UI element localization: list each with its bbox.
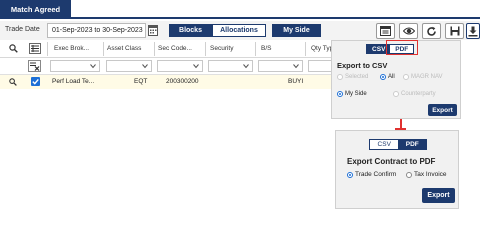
pdf-toggle-option[interactable]: PDF [398, 140, 426, 149]
trade-date-range-input[interactable]: 01-Sep-2023 to 30-Sep-2023 [47, 23, 146, 38]
pdf-toggle-highlight [386, 40, 418, 55]
chevron-down-icon [243, 64, 249, 69]
radio-icon [406, 171, 412, 178]
column-header-security[interactable]: Security [210, 45, 233, 52]
cell-exec-broker: Perf Load Te... [52, 78, 95, 85]
view-button[interactable] [376, 23, 395, 39]
row-checkbox[interactable] [31, 77, 40, 86]
column-header-bs[interactable]: B/S [261, 45, 271, 52]
radio-icon [403, 74, 409, 80]
column-divider [47, 42, 48, 56]
floppy-disk-icon [450, 26, 459, 36]
column-divider [305, 42, 306, 56]
filter-security[interactable] [208, 60, 253, 72]
column-divider [103, 42, 104, 56]
checkmark-icon [32, 78, 39, 85]
grid-header: Exec Brok... Asset Class Sec Code... Sec… [0, 40, 335, 58]
cell-bs: BUYI [288, 78, 304, 85]
table-row[interactable]: Perf Load Te... EQT 200300200 BUYI [0, 75, 335, 89]
zoom-icon[interactable] [9, 78, 17, 86]
radio-icon [393, 91, 399, 97]
preview-button[interactable] [399, 23, 418, 39]
column-header-exec-broker[interactable]: Exec Brok... [54, 45, 89, 52]
option-tax-invoice[interactable]: Tax Invoice [406, 171, 447, 178]
clear-filter-icon [30, 62, 40, 71]
export-csv-title: Export to CSV [337, 61, 388, 70]
save-button[interactable] [445, 23, 464, 39]
column-divider [205, 42, 206, 56]
column-divider [255, 42, 256, 56]
filter-row [0, 58, 335, 75]
option-my-side[interactable]: My Side [337, 91, 367, 97]
column-divider [154, 42, 155, 56]
csv-toggle-option[interactable]: CSV [370, 140, 399, 149]
calendar-icon[interactable] [148, 24, 158, 36]
radio-icon [337, 91, 343, 97]
option-all[interactable]: All [380, 74, 395, 80]
export-csv-button[interactable]: Export [428, 104, 457, 116]
filter-qty-type[interactable] [308, 60, 333, 72]
download-button[interactable] [466, 23, 480, 39]
export-pdf-button[interactable]: Export [422, 188, 455, 203]
radio-icon [337, 74, 343, 80]
column-header-qty-type[interactable]: Qty Typ [311, 45, 333, 52]
radio-icon [380, 74, 386, 80]
my-side-button[interactable]: My Side [272, 24, 321, 37]
filter-sec-code[interactable] [157, 60, 203, 72]
option-counterparty[interactable]: Counterparty [393, 91, 436, 97]
column-header-sec-code[interactable]: Sec Code... [158, 45, 192, 52]
zoom-icon[interactable] [9, 44, 18, 53]
radio-icon [347, 171, 353, 178]
chevron-down-icon [293, 64, 299, 69]
toolbar: Trade Date 01-Sep-2023 to 30-Sep-2023 Bl… [0, 21, 480, 40]
clear-filter-button[interactable] [28, 60, 41, 72]
trade-date-label: Trade Date [5, 26, 40, 33]
filter-bs[interactable] [258, 60, 303, 72]
refresh-icon [427, 26, 436, 36]
allocations-toggle[interactable]: Allocations [212, 24, 266, 37]
option-trade-confirm[interactable]: Trade Confirm [347, 171, 396, 178]
cell-sec-code: 200300200 [166, 78, 199, 85]
window-icon [380, 26, 391, 36]
tab-match-agreed[interactable]: Match Agreed [0, 0, 71, 19]
csv-pdf-toggle: CSV PDF [369, 139, 427, 150]
filter-asset-class[interactable] [106, 60, 152, 72]
chevron-down-icon [142, 64, 148, 69]
chevron-down-icon [90, 64, 96, 69]
option-selected[interactable]: Selected [337, 74, 368, 80]
eye-icon [402, 27, 415, 35]
export-pdf-title: Export Contract to PDF [347, 157, 436, 166]
filter-exec-broker[interactable] [50, 60, 100, 72]
export-pdf-popup: CSV PDF Export Contract to PDF Trade Con… [335, 130, 459, 209]
refresh-button[interactable] [422, 23, 441, 39]
tab-strip: Match Agreed [0, 0, 480, 19]
option-magr-nav[interactable]: MAGR NAV [403, 74, 443, 80]
column-chooser-button[interactable] [29, 43, 41, 54]
cell-asset-class: EQT [134, 78, 148, 85]
chevron-down-icon [193, 64, 199, 69]
blocks-toggle[interactable]: Blocks [169, 24, 212, 37]
column-header-asset-class[interactable]: Asset Class [107, 45, 141, 52]
app-root: Match Agreed Trade Date 01-Sep-2023 to 3… [0, 0, 480, 213]
download-icon [468, 26, 478, 36]
columns-icon [31, 45, 39, 52]
